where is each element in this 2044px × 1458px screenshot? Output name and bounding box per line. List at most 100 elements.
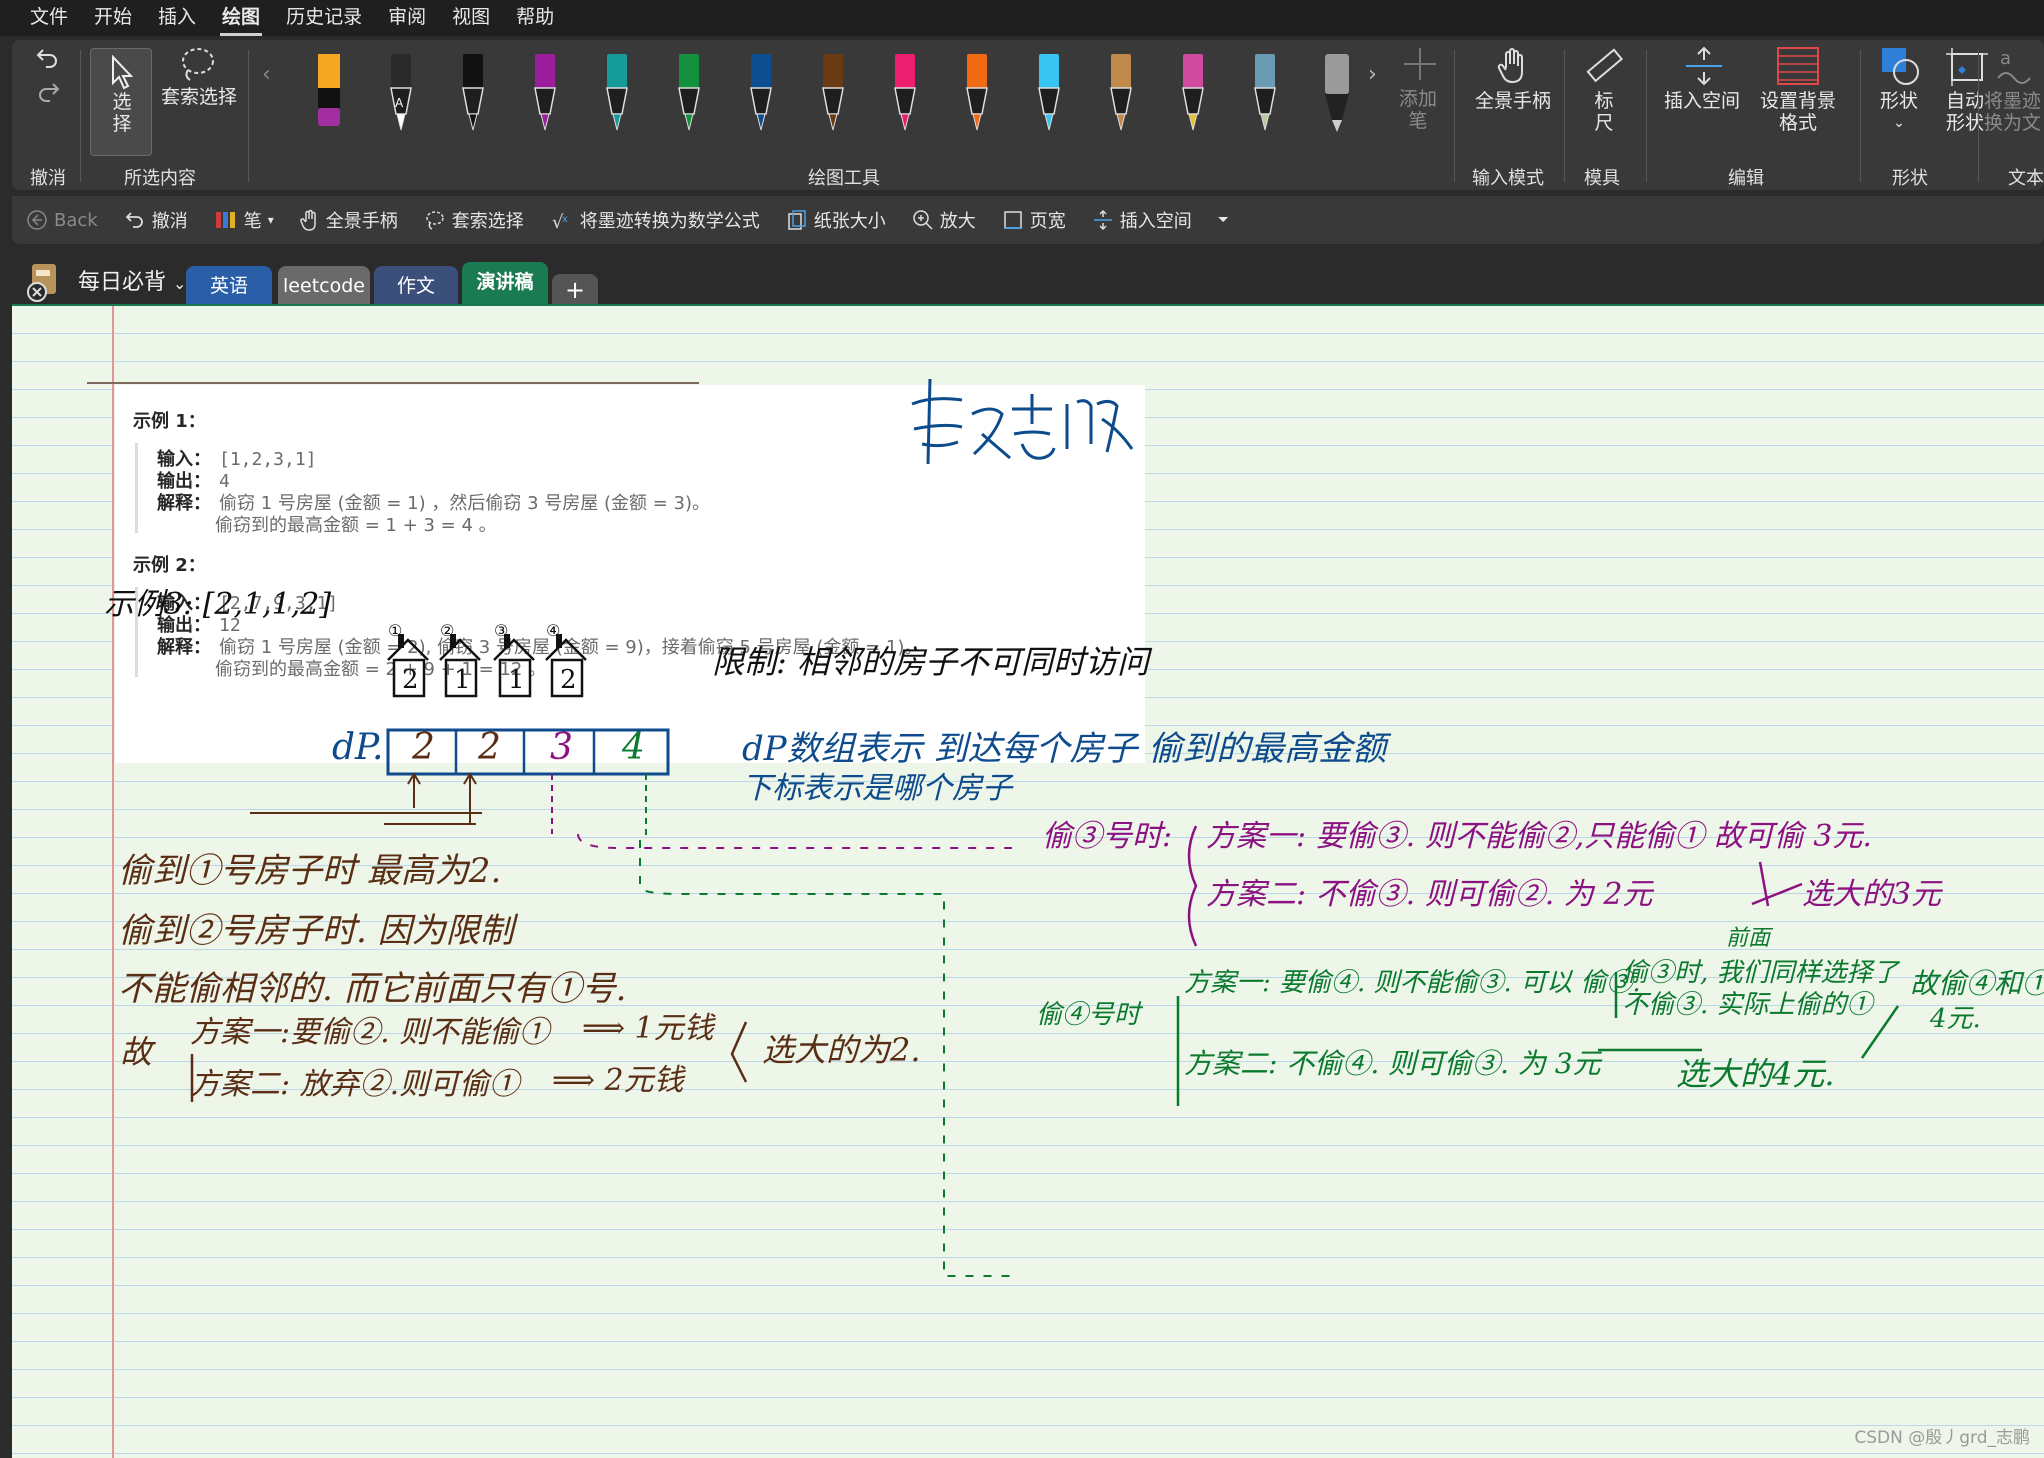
pen-black-icon[interactable] <box>456 52 490 144</box>
green-result2: 4元. <box>1930 1004 1981 1034</box>
pen-gray-marker-icon[interactable] <box>1320 52 1354 144</box>
section-tab-3[interactable]: 演讲稿 <box>462 262 548 306</box>
background-grid-icon <box>1777 47 1819 85</box>
section-tab-2[interactable]: 作文 <box>374 266 458 306</box>
insert-space-icon <box>1686 46 1722 86</box>
pen-scroll-right[interactable]: › <box>1368 62 1377 87</box>
pen-orange-icon[interactable] <box>960 52 994 144</box>
brown-plan1: 方案一:要偷②. 则不能偷① <box>190 1015 550 1050</box>
notebook-selector[interactable]: 每日必背 ⌄ <box>78 264 186 296</box>
insert-space-icon <box>1093 209 1112 231</box>
menu-item-4[interactable]: 历史记录 <box>284 0 364 36</box>
quick-undo-label: 撤消 <box>151 211 188 232</box>
undo-group-label: 撤消 <box>30 168 66 189</box>
hand-icon <box>299 209 316 231</box>
shapes-button[interactable]: 形状 ⌄ <box>1864 44 1934 154</box>
note-page[interactable]: 示例 1： 输入： [1,2,3,1] 输出： 4 解释： 偷窃 1 号房屋 (金额 … <box>12 306 2044 1458</box>
menu-item-1[interactable]: 开始 <box>92 0 134 36</box>
insert-space-button[interactable]: 插入空间 <box>1652 44 1752 144</box>
menu-item-6[interactable]: 视图 <box>450 0 492 36</box>
add-section-button[interactable]: + <box>552 274 598 306</box>
back-button[interactable]: Back <box>26 209 98 231</box>
bg-format-label: 设置背景 格式 <box>1759 90 1836 134</box>
shapes-label: 形状 <box>1879 90 1918 112</box>
quick-pen-button[interactable]: 笔 ▾ <box>214 207 274 233</box>
pen-galaxy-icon[interactable] <box>1248 52 1282 144</box>
pen-green-icon[interactable] <box>672 52 706 144</box>
brown-choose: 选大的为2. <box>762 1031 921 1069</box>
cursor-icon <box>112 55 134 90</box>
ink-to-text-icon: a <box>1997 48 2031 84</box>
background-format-button[interactable]: 设置背景 格式 <box>1748 44 1848 154</box>
ink-math-icon: √x <box>552 212 568 232</box>
input-mode-group-label: 输入模式 <box>1472 168 1544 189</box>
zoom-in-button[interactable]: 放大 <box>912 207 976 233</box>
pen-purple-icon[interactable] <box>528 52 562 144</box>
quick-undo-button[interactable]: 撤消 <box>124 207 188 233</box>
purple-plan2: 方案二: 不偷③. 则可偷②. 为 2元 <box>1206 877 1653 912</box>
back-arrow-icon <box>27 210 47 230</box>
purple-head: 偷③号时: <box>1042 819 1173 854</box>
add-pen-label: 添加 笔 <box>1398 88 1437 132</box>
menu-item-0[interactable]: 文件 <box>28 0 70 36</box>
lasso-select-button[interactable]: 套索选择 <box>160 46 238 116</box>
green-front: 前面 <box>1726 926 1771 951</box>
pen-wood-icon[interactable] <box>1104 52 1138 144</box>
quick-lasso-label: 套索选择 <box>451 211 524 232</box>
ink-to-math-button[interactable]: √ x 将墨迹转换为数学公式 <box>550 207 760 233</box>
brown-therefore: 故 <box>120 1033 153 1071</box>
edit-group-label: 编辑 <box>1728 168 1764 189</box>
plus-icon <box>1404 48 1436 80</box>
purple-plan1: 方案一: 要偷③. 则不能偷②,只能偷① 故可偷 3元. <box>1206 819 1872 854</box>
pan-label: 全景手柄 <box>1474 90 1551 112</box>
quick-insert-space-button[interactable]: 插入空间 <box>1092 207 1192 233</box>
ink-to-text-label: 将墨迹 换为文 <box>1984 90 2042 134</box>
stencils-group-label: 模具 <box>1584 168 1620 189</box>
customize-toolbar-button[interactable]: ⏷ <box>1218 212 1229 228</box>
pen-black-a-icon[interactable]: A <box>384 52 418 144</box>
ink-to-text-button[interactable]: a 将墨迹 换为文 <box>1984 44 2044 154</box>
selection-group-label: 所选内容 <box>124 168 196 189</box>
menu-item-7[interactable]: 帮助 <box>514 0 556 36</box>
quick-pan-label: 全景手柄 <box>325 211 398 232</box>
brown-plan2-result: ⟹ 2元钱 <box>552 1063 684 1098</box>
notebook-icon <box>27 264 56 302</box>
undo-icon[interactable] <box>34 44 62 72</box>
highlighter-orange-icon[interactable] <box>312 52 346 144</box>
add-pen-button[interactable]: 添加 笔 <box>1390 44 1446 154</box>
section-tab-1[interactable]: leetcode <box>278 266 370 306</box>
section-tab-0[interactable]: 英语 <box>186 266 272 306</box>
pan-hand-button[interactable]: 全景手柄 <box>1468 44 1558 144</box>
pen-lightblue-icon[interactable] <box>1032 52 1066 144</box>
quick-pen-label: 笔 <box>243 211 262 232</box>
green-head: 偷④号时 <box>1036 1000 1141 1030</box>
pen-teal-icon[interactable] <box>600 52 634 144</box>
quick-pan-button[interactable]: 全景手柄 <box>299 207 398 233</box>
pen-pink-icon[interactable] <box>888 52 922 144</box>
pen-scroll-left[interactable]: ‹ <box>262 62 271 87</box>
menu-item-5[interactable]: 审阅 <box>386 0 428 36</box>
svg-text:a: a <box>2000 48 2011 69</box>
zoom-label: 放大 <box>939 211 976 232</box>
ruler-button[interactable]: 标 尺 <box>1574 44 1634 154</box>
pen-rainbow-icon[interactable] <box>1176 52 1210 144</box>
menu-item-3[interactable]: 绘图 <box>220 0 263 36</box>
quick-lasso-button[interactable]: 套索选择 <box>424 207 524 233</box>
onenote-window: 文件 开始 插入 绘图 历史记录 审阅 视图 帮助 撤消 选 择 套索选择 所选内容 ‹ A … <box>0 0 2044 1458</box>
menu-item-2[interactable]: 插入 <box>156 0 198 36</box>
shapes-icon <box>1882 48 1919 85</box>
ink-to-math-label: 将墨迹转换为数学公式 <box>579 211 760 232</box>
svg-text:x: x <box>562 214 568 225</box>
paper-size-button[interactable]: 纸张大小 <box>786 207 886 233</box>
pen-brown-icon[interactable] <box>816 52 850 144</box>
menu-bar: 文件 开始 插入 绘图 历史记录 审阅 视图 帮助 <box>0 0 2044 36</box>
select-button[interactable]: 选 择 <box>90 48 152 156</box>
notebook-row: 每日必背 ⌄ 英语 leetcode 作文 演讲稿 + <box>0 252 2044 306</box>
paper-size-icon <box>787 210 806 230</box>
page-width-label: 页宽 <box>1029 211 1066 232</box>
page-width-button[interactable]: 页宽 <box>1002 207 1066 233</box>
pen-blue-icon[interactable] <box>744 52 778 144</box>
lasso-icon <box>425 211 444 230</box>
shapes-group-label: 形状 <box>1892 168 1928 189</box>
redo-icon[interactable] <box>34 78 62 106</box>
